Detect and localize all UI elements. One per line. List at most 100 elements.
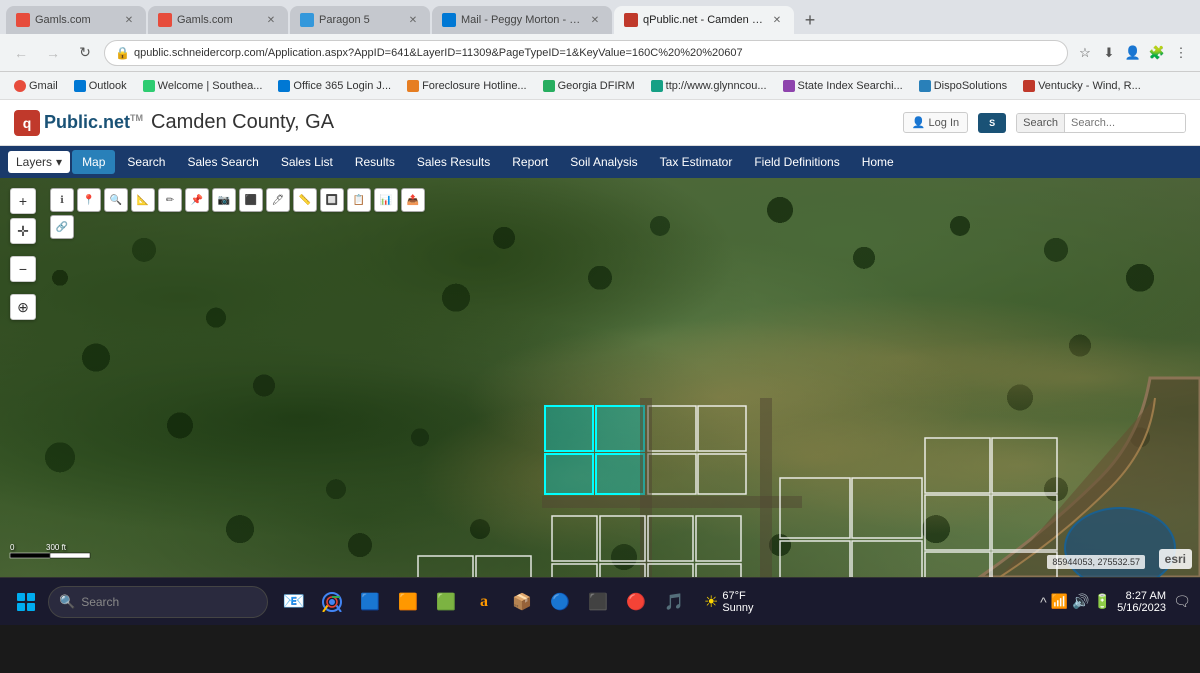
tab-3[interactable]: Paragon 5 ✕ [290, 6, 430, 34]
address-bar[interactable]: 🔒 qpublic.schneidercorp.com/Application.… [104, 40, 1068, 66]
volume-icon[interactable]: 🔊 [1072, 593, 1089, 610]
map-area[interactable]: 0 300 ft + ✛ − ⊕ ℹ 📍 🔍 📐 ✏ 📌 📷 ⬛ 🖊 📏 🔲 📋… [0, 178, 1200, 577]
nav-field-definitions[interactable]: Field Definitions [744, 150, 849, 174]
parcel-highlight-2[interactable] [596, 406, 644, 451]
taskbar-icon-chrome[interactable] [314, 584, 350, 620]
new-tab-button[interactable]: + [796, 6, 824, 34]
tab-close-1[interactable]: ✕ [122, 13, 136, 27]
extensions-icon[interactable]: 🧩 [1146, 42, 1168, 64]
parcel-c3[interactable] [648, 516, 693, 561]
map-tool-camera[interactable]: 📷 [212, 188, 236, 212]
nav-tax-estimator[interactable]: Tax Estimator [650, 150, 743, 174]
parcel-highlight-4[interactable] [596, 454, 644, 494]
nav-layers[interactable]: Layers ▾ [8, 151, 70, 173]
menu-icon[interactable]: ⋮ [1170, 42, 1192, 64]
parcel-r1[interactable] [780, 478, 850, 538]
nav-sales-results[interactable]: Sales Results [407, 150, 500, 174]
map-tool-pin[interactable]: 📍 [77, 188, 101, 212]
search-input[interactable] [1065, 114, 1185, 132]
tab-2[interactable]: Gamls.com ✕ [148, 6, 288, 34]
map-tool-link[interactable]: 🔗 [50, 215, 74, 239]
nav-search[interactable]: Search [117, 150, 175, 174]
parcel-c5[interactable] [552, 564, 597, 577]
parcel-3[interactable] [648, 454, 696, 494]
parcel-fr4[interactable] [992, 495, 1057, 550]
battery-icon[interactable]: 🔋 [1094, 593, 1111, 610]
tab-4[interactable]: Mail - Peggy Morton - Outl... ✕ [432, 6, 612, 34]
bookmark-outlook[interactable]: Outlook [68, 78, 133, 94]
bookmark-georgia-dfirm[interactable]: Georgia DFIRM [537, 78, 641, 94]
parcel-fr1[interactable] [925, 438, 990, 493]
map-tool-measure[interactable]: 📐 [131, 188, 155, 212]
parcel-fr3[interactable] [925, 495, 990, 550]
parcel-highlight-1[interactable] [545, 406, 593, 451]
taskbar-search-bar[interactable]: 🔍 Search [48, 586, 268, 618]
map-tool-draw[interactable]: ✏ [158, 188, 182, 212]
map-tool-clipboard[interactable]: 📋 [347, 188, 371, 212]
map-tool-export[interactable]: 📤 [401, 188, 425, 212]
taskbar-icon-amazon[interactable]: a [466, 584, 502, 620]
parcel-4[interactable] [698, 454, 746, 494]
nav-soil-analysis[interactable]: Soil Analysis [560, 150, 647, 174]
chevron-up-icon[interactable]: ^ [1040, 594, 1047, 610]
network-icon[interactable]: 📶 [1051, 593, 1068, 610]
map-tool-rect[interactable]: 🔲 [320, 188, 344, 212]
map-tool-marker[interactable]: 📌 [185, 188, 209, 212]
parcel-5[interactable] [418, 556, 473, 577]
map-tool-info[interactable]: ℹ [50, 188, 74, 212]
nav-sales-list[interactable]: Sales List [271, 150, 343, 174]
bookmark-foreclosure[interactable]: Foreclosure Hotline... [401, 78, 533, 94]
taskbar-icon-app5[interactable]: ⬛ [580, 584, 616, 620]
map-tool-line[interactable]: 📏 [293, 188, 317, 212]
nav-report[interactable]: Report [502, 150, 558, 174]
tab-close-3[interactable]: ✕ [406, 13, 420, 27]
parcel-fr5[interactable] [925, 552, 990, 577]
map-tool-pen[interactable]: 🖊 [266, 188, 290, 212]
parcel-1[interactable] [648, 406, 696, 451]
taskbar-icon-mail[interactable]: 📧 [276, 584, 312, 620]
parcel-c7[interactable] [648, 564, 693, 577]
pan-button[interactable]: ✛ [10, 218, 36, 244]
parcel-9[interactable] [476, 556, 531, 577]
tab-close-2[interactable]: ✕ [264, 13, 278, 27]
forward-button[interactable]: → [40, 40, 66, 66]
parcel-highlight-3[interactable] [545, 454, 593, 494]
parcel-2[interactable] [698, 406, 746, 451]
parcel-fr2[interactable] [992, 438, 1057, 493]
parcel-c2[interactable] [600, 516, 645, 561]
taskbar-icon-app6[interactable]: 🔴 [618, 584, 654, 620]
bookmark-state-index[interactable]: State Index Searchi... [777, 78, 909, 94]
taskbar-icon-app7[interactable]: 🎵 [656, 584, 692, 620]
parcel-r2[interactable] [852, 478, 922, 538]
parcel-c4[interactable] [696, 516, 741, 561]
map-tool-search[interactable]: 🔍 [104, 188, 128, 212]
zoom-in-button[interactable]: + [10, 188, 36, 214]
bookmark-welcome[interactable]: Welcome | Southea... [137, 78, 269, 94]
parcel-c8[interactable] [696, 564, 741, 577]
bookmark-office365[interactable]: Office 365 Login J... [272, 78, 397, 94]
nav-map[interactable]: Map [72, 150, 115, 174]
taskbar-icon-dropbox[interactable]: 📦 [504, 584, 540, 620]
tab-close-4[interactable]: ✕ [588, 13, 602, 27]
taskbar-icon-app4[interactable]: 🔵 [542, 584, 578, 620]
notification-button[interactable]: 🗨 [1172, 592, 1192, 612]
parcel-r4[interactable] [852, 541, 922, 577]
back-button[interactable]: ← [8, 40, 34, 66]
parcel-r3[interactable] [780, 541, 850, 577]
download-icon[interactable]: ⬇ [1098, 42, 1120, 64]
login-button[interactable]: 👤 Log In [903, 112, 968, 133]
nav-sales-search[interactable]: Sales Search [177, 150, 268, 174]
reload-button[interactable]: ↻ [72, 40, 98, 66]
profile-icon[interactable]: 👤 [1122, 42, 1144, 64]
map-tool-chart[interactable]: 📊 [374, 188, 398, 212]
map-tool-select[interactable]: ⬛ [239, 188, 263, 212]
tab-1[interactable]: Gamls.com ✕ [6, 6, 146, 34]
bookmark-star[interactable]: ☆ [1074, 42, 1096, 64]
nav-home[interactable]: Home [852, 150, 904, 174]
bookmark-ventucky[interactable]: Ventucky - Wind, R... [1017, 78, 1147, 94]
taskbar-icon-app3[interactable]: 🟩 [428, 584, 464, 620]
bookmark-glynnco[interactable]: ttp://www.glynncou... [645, 78, 773, 94]
bookmark-dispo[interactable]: DispoSolutions [913, 78, 1013, 94]
taskbar-icon-app2[interactable]: 🟧 [390, 584, 426, 620]
zoom-out-button[interactable]: − [10, 256, 36, 282]
